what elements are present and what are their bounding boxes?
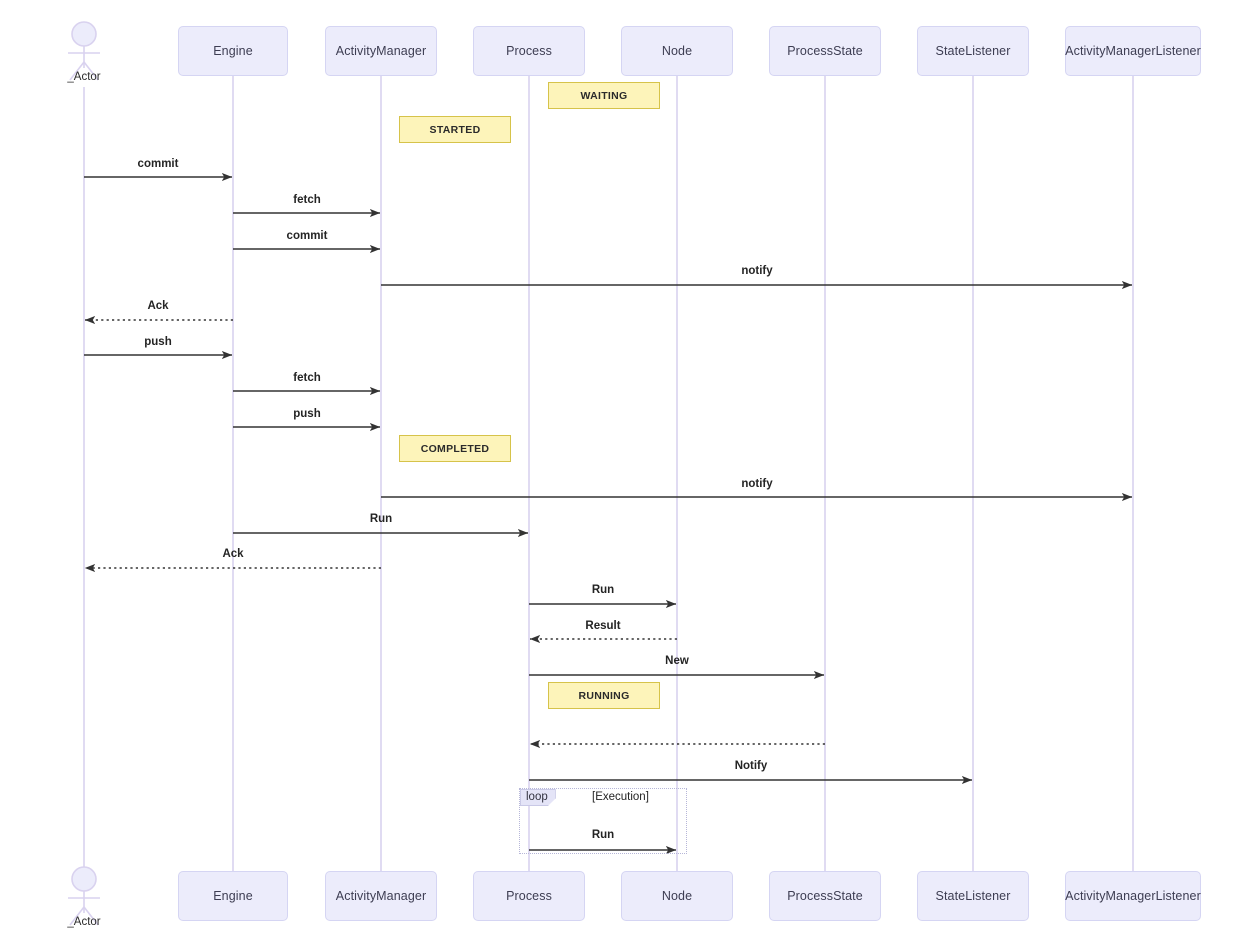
message-label-run-9: Run	[369, 513, 393, 525]
participant-header-statelistener[interactable]: StateListener	[917, 26, 1029, 76]
state-note-waiting: WAITING	[548, 82, 660, 109]
message-label-commit-0: commit	[137, 158, 179, 170]
participant-label: ActivityManagerListener	[1065, 44, 1201, 58]
loop-fragment-guard: [Execution]	[592, 791, 649, 803]
participant-footer-node[interactable]: Node	[621, 871, 733, 921]
actor-label-top: _Actor	[67, 71, 101, 83]
participant-header-activitymanagerlistener[interactable]: ActivityManagerListener	[1065, 26, 1201, 76]
sequence-diagram: Engine Engine ActivityManager ActivityManag…	[0, 0, 1252, 941]
participant-label: Engine	[213, 889, 253, 903]
message-label-push-7: push	[293, 408, 321, 420]
participant-label: StateListener	[935, 44, 1011, 58]
participant-footer-activitymanagerlistener[interactable]: ActivityManagerListener	[1065, 871, 1201, 921]
message-label-notify-8: notify	[741, 478, 773, 490]
participant-label: ActivityManager	[335, 44, 427, 58]
state-note-label: STARTED	[429, 123, 481, 136]
message-label-fetch-1: fetch	[293, 194, 321, 206]
state-note-completed: COMPLETED	[399, 435, 511, 462]
message-label-notify-15: Notify	[734, 760, 768, 772]
message-label-push-5: push	[144, 336, 172, 348]
participant-header-process[interactable]: Process	[473, 26, 585, 76]
actor-head-icon	[71, 866, 97, 892]
state-note-label: RUNNING	[578, 689, 630, 702]
message-label-notify-3: notify	[741, 265, 773, 277]
participant-footer-engine[interactable]: Engine	[178, 871, 288, 921]
participant-label: Node	[661, 44, 693, 58]
message-label-ack-10: Ack	[222, 548, 244, 560]
participant-label: Engine	[213, 44, 253, 58]
lifelines-layer	[83, 76, 1134, 871]
message-label-fetch-6: fetch	[293, 372, 321, 384]
participant-header-engine[interactable]: Engine	[178, 26, 288, 76]
message-label-commit-2: commit	[286, 230, 328, 242]
participant-header-activitymanager[interactable]: ActivityManager	[325, 26, 437, 76]
message-label-ack-4: Ack	[147, 300, 169, 312]
participant-label: ProcessState	[787, 44, 863, 58]
loop-fragment-tag: loop	[520, 789, 556, 806]
actor-label-bottom: _Actor	[67, 916, 101, 928]
participant-header-processstate[interactable]: ProcessState	[769, 26, 881, 76]
participant-label: ActivityManager	[335, 889, 427, 903]
actor-head-icon	[71, 21, 97, 47]
participant-label: Node	[661, 889, 693, 903]
participant-label: StateListener	[935, 889, 1011, 903]
participant-footer-statelistener[interactable]: StateListener	[917, 871, 1029, 921]
participant-label: ProcessState	[787, 889, 863, 903]
message-label-run-11: Run	[591, 584, 615, 596]
participant-footer-process[interactable]: Process	[473, 871, 585, 921]
message-label-new-13: New	[665, 655, 689, 667]
participant-label: ActivityManagerListener	[1065, 889, 1201, 903]
participant-header-node[interactable]: Node	[621, 26, 733, 76]
participant-footer-activitymanager[interactable]: ActivityManager	[325, 871, 437, 921]
state-note-label: COMPLETED	[420, 442, 490, 455]
participant-label: Process	[506, 44, 552, 58]
participant-footer-processstate[interactable]: ProcessState	[769, 871, 881, 921]
state-note-started: STARTED	[399, 116, 511, 143]
participant-label: Process	[506, 889, 552, 903]
state-note-running: RUNNING	[548, 682, 660, 709]
message-arrows-layer	[84, 172, 1133, 855]
state-note-label: WAITING	[580, 89, 628, 102]
message-label-result-12: Result	[585, 620, 621, 632]
